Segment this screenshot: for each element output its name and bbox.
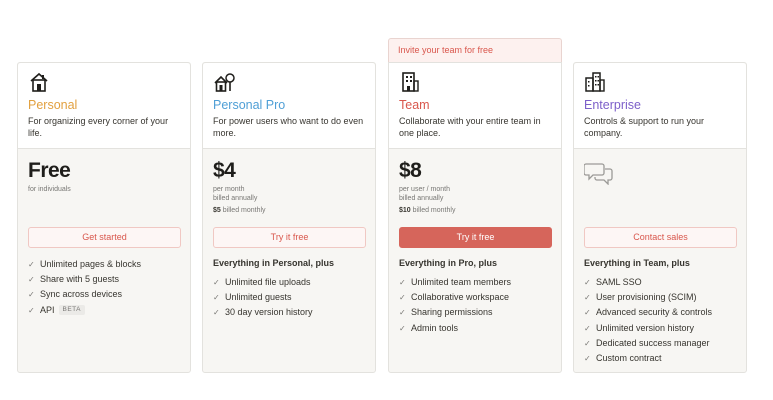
feature-list: ✓ Unlimited file uploads ✓ Unlimited guest… (213, 275, 313, 321)
feature-list: ✓ SAML SSO ✓ User provisioning (SCIM) ✓ Adv… (584, 275, 712, 366)
check-icon: ✓ (584, 308, 591, 318)
check-icon: ✓ (213, 278, 220, 287)
check-icon: ✓ (399, 278, 406, 287)
city-buildings-icon (585, 72, 605, 92)
price-note: per month billed annually (213, 186, 258, 202)
price-note: for individuals (28, 186, 71, 193)
feature-item: ✓ Sync across devices (28, 287, 141, 302)
plan-name-personal: Personal (28, 98, 78, 112)
check-icon: ✓ (584, 353, 591, 363)
team-invite-banner[interactable]: Invite your team for free (388, 38, 562, 63)
office-building-icon (402, 72, 419, 92)
billed-monthly-note: $5 billed monthly (213, 207, 266, 214)
check-icon: ✓ (584, 293, 591, 303)
plan-name-team: Team (399, 98, 430, 112)
check-icon: ✓ (213, 308, 220, 318)
plan-price: $8 (399, 159, 422, 182)
feature-item: ✓ Unlimited version history (584, 321, 712, 336)
price-note: per user / month billed annually (399, 186, 450, 202)
feature-item: ✓ SAML SSO (584, 275, 712, 290)
plan-card-enterprise: Enterprise Controls & support to run you… (573, 62, 747, 373)
plan-name-personal-pro: Personal Pro (213, 98, 286, 112)
feature-list: ✓ Unlimited pages & blocks ✓ Share with 5 … (28, 257, 141, 318)
check-icon: ✓ (28, 275, 35, 285)
try-it-free-button[interactable]: Try it free (399, 227, 552, 248)
feature-list: ✓ Unlimited team members ✓ Collaborative w… (399, 275, 511, 336)
plan-description: Collaborate with your entire team in one… (399, 116, 541, 138)
feature-item: ✓ Advanced security & controls (584, 305, 712, 320)
plan-description: For power users who want to do even more… (213, 116, 364, 138)
try-it-free-button[interactable]: Try it free (213, 227, 366, 248)
check-icon: ✓ (213, 293, 220, 303)
features-header: Everything in Team, plus (584, 258, 690, 268)
check-icon: ✓ (584, 278, 591, 287)
plan-card-personal-pro: Personal Pro For power users who want to… (202, 62, 376, 373)
feature-item: ✓ Unlimited team members (399, 275, 511, 290)
plan-description: Controls & support to run your company. (584, 116, 705, 138)
billed-monthly-note: $10 billed monthly (399, 207, 456, 214)
check-icon: ✓ (399, 293, 406, 303)
feature-item: ✓ Unlimited guests (213, 290, 313, 305)
feature-item: ✓ Share with 5 guests (28, 272, 141, 287)
plan-price: $4 (213, 159, 236, 182)
check-icon: ✓ (28, 290, 35, 300)
features-header: Everything in Personal, plus (213, 258, 335, 268)
feature-item: ✓ API BETA (28, 303, 141, 318)
feature-item: ✓ 30 day version history (213, 305, 313, 320)
beta-badge: BETA (58, 305, 86, 316)
plan-description: For organizing every corner of your life… (28, 116, 169, 138)
check-icon: ✓ (28, 260, 35, 269)
feature-item: ✓ User provisioning (SCIM) (584, 290, 712, 305)
chat-bubbles-icon (584, 163, 613, 185)
check-icon: ✓ (584, 338, 591, 348)
contact-sales-button[interactable]: Contact sales (584, 227, 737, 248)
check-icon: ✓ (28, 305, 35, 315)
feature-item: ✓ Admin tools (399, 321, 511, 336)
plan-card-personal: Personal For organizing every corner of … (17, 62, 191, 373)
feature-item: ✓ Custom contract (584, 351, 712, 366)
features-header: Everything in Pro, plus (399, 258, 498, 268)
check-icon: ✓ (399, 308, 406, 318)
plan-name-enterprise: Enterprise (584, 98, 641, 112)
feature-item: ✓ Unlimited file uploads (213, 275, 313, 290)
house-icon (30, 72, 48, 92)
check-icon: ✓ (399, 323, 406, 333)
plan-price: Free (28, 159, 71, 182)
get-started-button[interactable]: Get started (28, 227, 181, 248)
feature-item: ✓ Unlimited pages & blocks (28, 257, 141, 272)
plan-card-team: Team Collaborate with your entire team i… (388, 62, 562, 373)
feature-item: ✓ Dedicated success manager (584, 336, 712, 351)
check-icon: ✓ (584, 323, 591, 333)
feature-item: ✓ Collaborative workspace (399, 290, 511, 305)
house-with-tree-icon (214, 73, 235, 92)
feature-item: ✓ Sharing permissions (399, 305, 511, 320)
